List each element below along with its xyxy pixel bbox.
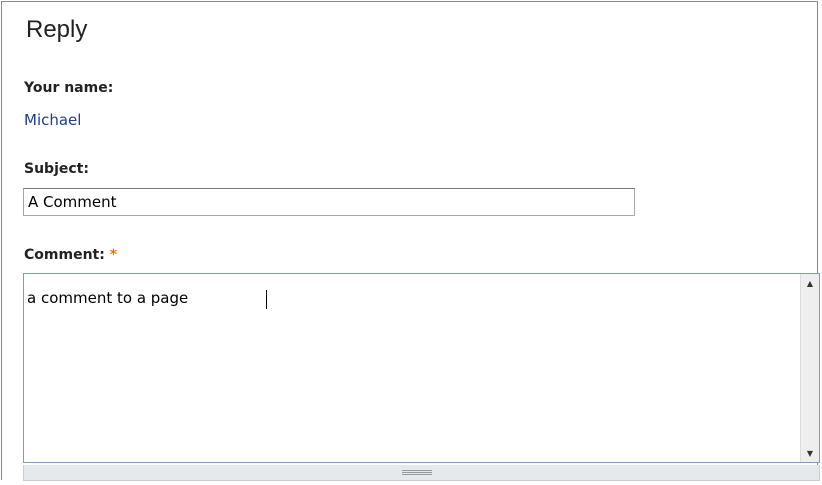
subject-label: Subject:: [24, 161, 89, 177]
form-title: Reply: [26, 16, 88, 43]
arrow-down-icon[interactable]: ▼: [801, 444, 819, 462]
reply-form-panel: Reply Your name: Michael Subject: Commen…: [1, 1, 820, 481]
text-caret: [266, 290, 267, 309]
textarea-resize-handle[interactable]: [23, 465, 820, 481]
required-marker: *: [109, 247, 118, 263]
arrow-up-icon[interactable]: ▲: [801, 274, 819, 292]
comment-label: Comment:: [24, 247, 105, 263]
your-name-label: Your name:: [24, 80, 114, 96]
vertical-scrollbar[interactable]: ▲ ▼: [800, 274, 819, 462]
your-name-value[interactable]: Michael: [24, 111, 81, 129]
grip-icon[interactable]: [402, 470, 432, 475]
comment-textarea-container: a comment to a page ▲ ▼: [23, 273, 820, 463]
comment-textarea[interactable]: a comment to a page: [24, 274, 797, 462]
comment-label-row: Comment: *: [24, 247, 117, 263]
subject-input[interactable]: [23, 188, 635, 216]
